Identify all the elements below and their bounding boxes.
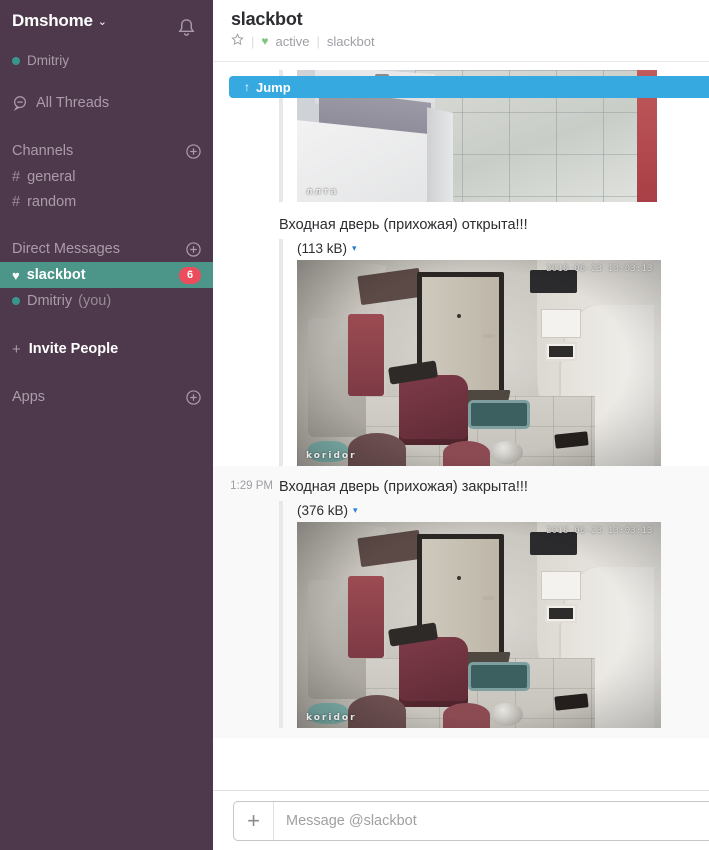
- heart-icon: ♥: [12, 267, 20, 283]
- direct-messages-header: Direct Messages: [0, 236, 213, 262]
- direct-messages-header-label: Direct Messages: [12, 241, 120, 257]
- current-user-row[interactable]: Dmitriy: [0, 50, 213, 68]
- message-timestamp: [213, 214, 279, 236]
- camera-watermark: koridor: [306, 713, 357, 723]
- apps-header: Apps: [0, 384, 213, 410]
- threads-icon: [13, 96, 26, 111]
- channels-section: Channels # general # random: [0, 138, 213, 214]
- camera-timestamp: 2018-06-23 13:03:13: [546, 526, 653, 536]
- channel-label: general: [27, 168, 76, 185]
- channels-header: Channels: [0, 138, 213, 164]
- photo-canvas: [297, 522, 661, 728]
- message-text: Входная дверь (прихожая) открыта!!!: [279, 217, 528, 233]
- chevron-down-icon[interactable]: ▾: [352, 243, 357, 254]
- unread-badge: 6: [179, 266, 201, 284]
- channel-meta: | ♥ active | slackbot: [231, 33, 709, 49]
- apps-section: Apps: [0, 384, 213, 410]
- sidebar-item-all-threads[interactable]: All Threads: [0, 90, 213, 116]
- add-app-icon[interactable]: [185, 389, 201, 405]
- message-composer: +: [213, 790, 709, 850]
- sidebar: Dmshome ⌄ Dmitriy All Threads Channels #…: [0, 0, 213, 850]
- meta-separator: |: [251, 33, 255, 49]
- add-direct-message-icon[interactable]: [185, 241, 201, 257]
- fisheye-vignette: [297, 522, 661, 728]
- add-channel-icon[interactable]: [185, 143, 201, 159]
- invite-section: + Invite People: [0, 336, 213, 362]
- add-attachment-button[interactable]: +: [234, 802, 274, 840]
- dm-you-suffix: (you): [78, 293, 112, 309]
- message-timestamp: 1:29 PM: [230, 480, 273, 492]
- channel-header: slackbot | ♥ active | slackbot: [213, 0, 709, 62]
- cabinet-edge: [427, 107, 453, 202]
- hash-icon: #: [12, 168, 21, 185]
- status-badge: active: [275, 33, 310, 49]
- photo-canvas: [297, 260, 661, 466]
- invite-people-label: Invite People: [28, 341, 119, 357]
- team-header[interactable]: Dmshome ⌄: [0, 6, 213, 50]
- direct-messages-section: Direct Messages ♥ slackbot 6 Dmitriy (yo…: [0, 236, 213, 314]
- message-block-door-opened: Входная дверь (прихожая) открыта!!! (113…: [213, 202, 709, 466]
- message-block-door-closed: 1:29 PM Входная дверь (прихожая) закрыта…: [213, 466, 709, 738]
- jump-label: Jump: [256, 79, 291, 95]
- all-threads-label: All Threads: [36, 95, 110, 111]
- attachment-size: (113 kB): [297, 241, 348, 256]
- jump-button[interactable]: ↑ Jump: [229, 76, 709, 98]
- chevron-down-icon[interactable]: ⌄: [98, 15, 107, 28]
- camera-timestamp: 2018-06-23 13:03:13: [546, 264, 653, 274]
- message-list[interactable]: ↑ Jump ллта Входная дверь (прихожая) отк…: [213, 62, 709, 790]
- threads-section: All Threads: [0, 90, 213, 116]
- bell-icon[interactable]: [171, 12, 201, 42]
- star-icon[interactable]: [231, 33, 244, 49]
- team-name[interactable]: Dmshome: [12, 11, 93, 30]
- presence-dot-icon: [12, 297, 20, 305]
- heart-icon: ♥: [261, 34, 269, 48]
- attachment-size-row[interactable]: (376 kB) ▾: [297, 501, 709, 522]
- current-user-name: Dmitriy: [27, 53, 69, 68]
- composer-box[interactable]: +: [233, 801, 709, 841]
- channel-label: random: [27, 193, 77, 210]
- attachment-block: (113 kB) ▾ 2018-06-23 13:03:13 koridor: [279, 239, 709, 466]
- main-panel: slackbot | ♥ active | slackbot ↑ Jump лл…: [213, 0, 709, 850]
- arrow-up-icon: ↑: [244, 80, 250, 94]
- page-title: slackbot: [231, 9, 303, 29]
- attachment-block: (376 kB) ▾ 2018-06-23 13:03:13 koridor: [279, 501, 709, 728]
- camera-watermark: ллта: [306, 187, 339, 197]
- message-input[interactable]: [274, 802, 709, 840]
- sidebar-item-dm-slackbot[interactable]: ♥ slackbot 6: [0, 262, 213, 288]
- channels-header-label: Channels: [12, 143, 74, 159]
- attachment-size: (376 kB): [297, 503, 349, 518]
- message-row: 1:29 PM Входная дверь (прихожая) закрыта…: [213, 474, 709, 498]
- attachment-photo-hallway[interactable]: 2018-06-23 13:03:13 koridor: [297, 522, 661, 728]
- presence-dot-icon: [12, 56, 20, 65]
- chevron-down-icon[interactable]: ▾: [353, 505, 358, 516]
- dm-label: slackbot: [26, 267, 86, 283]
- dm-label: Dmitriy: [27, 293, 73, 309]
- message-text: Входная дверь (прихожая) закрыта!!!: [279, 479, 528, 495]
- sidebar-item-dm-dmitriy[interactable]: Dmitriy (you): [0, 288, 213, 314]
- fisheye-vignette: [297, 260, 661, 466]
- apps-header-label: Apps: [12, 389, 46, 405]
- hash-icon: #: [12, 193, 21, 210]
- attachment-size-row[interactable]: (113 kB) ▾: [297, 239, 709, 260]
- plus-icon: +: [12, 340, 21, 358]
- sidebar-item-channel-general[interactable]: # general: [0, 164, 213, 189]
- channel-handle: slackbot: [326, 33, 375, 49]
- camera-watermark: koridor: [306, 451, 357, 461]
- sidebar-item-channel-random[interactable]: # random: [0, 189, 213, 214]
- invite-people-button[interactable]: + Invite People: [0, 336, 213, 362]
- slack-app-window: Dmshome ⌄ Dmitriy All Threads Channels #…: [0, 0, 709, 850]
- meta-separator: |: [316, 33, 320, 49]
- attachment-photo-hallway[interactable]: 2018-06-23 13:03:13 koridor: [297, 260, 661, 466]
- message-row: Входная дверь (прихожая) открыта!!!: [213, 212, 709, 236]
